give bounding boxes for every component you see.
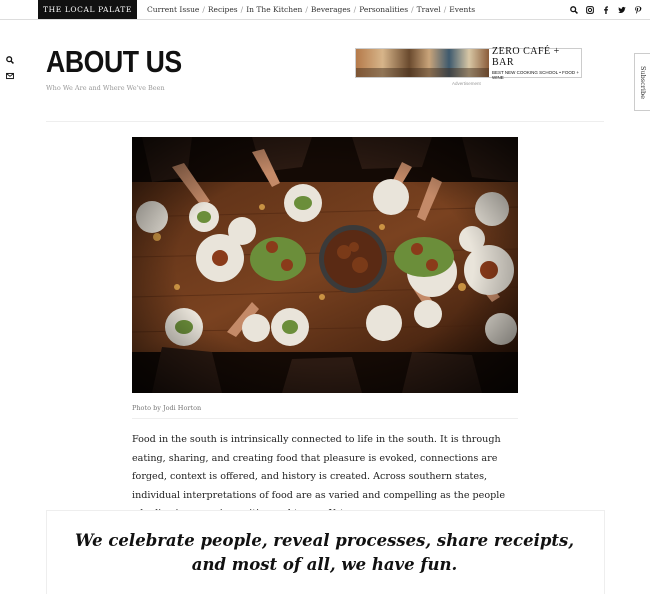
pullquote-text: We celebrate people, reveal processes, s… (74, 531, 575, 574)
nav-separator: / (240, 5, 244, 14)
hero-photo (132, 137, 518, 393)
subscribe-label: Subscribe (639, 65, 647, 99)
nav-beverages[interactable]: Beverages (311, 5, 351, 14)
nav-separator: / (411, 5, 414, 14)
nav-separator: / (305, 5, 308, 14)
nav-current-issue[interactable]: Current Issue (147, 5, 199, 14)
search-icon[interactable] (570, 5, 578, 14)
twitter-icon[interactable] (618, 6, 626, 14)
ad-photo (356, 49, 489, 77)
page-subtitle: Who We Are and Where We've Been (46, 84, 165, 92)
search-icon[interactable] (6, 56, 14, 64)
subscribe-tab[interactable]: Subscribe (634, 53, 650, 111)
nav-separator: / (202, 5, 205, 14)
header-divider (46, 121, 604, 122)
mail-icon[interactable] (6, 72, 14, 80)
ad-label: Advertisement (452, 81, 481, 86)
advertisement-banner[interactable]: ZERO CAFÉ + BAR BEST NEW COOKING SCHOOL … (355, 46, 582, 80)
caption-divider (132, 418, 518, 419)
facebook-icon[interactable] (602, 5, 610, 14)
pinterest-icon[interactable] (634, 5, 642, 14)
ad-tagline: BEST NEW COOKING SCHOOL • FOOD + WINE (492, 70, 579, 80)
nav-recipes[interactable]: Recipes (208, 5, 238, 14)
nav-in-the-kitchen[interactable]: In The Kitchen (246, 5, 302, 14)
nav-separator: / (443, 5, 447, 14)
photo-caption: Photo by Jodi Horton (132, 404, 202, 412)
nav-travel[interactable]: Travel (417, 5, 441, 14)
instagram-icon[interactable] (586, 5, 594, 14)
ad-text: ZERO CAFÉ + BAR BEST NEW COOKING SCHOOL … (489, 46, 581, 80)
nav-separator: / (353, 5, 357, 14)
page-title: ABOUT US (46, 44, 182, 79)
social-icons (570, 0, 642, 19)
nav-events[interactable]: Events (449, 5, 475, 14)
nav-personalities[interactable]: Personalities (359, 5, 408, 14)
side-utility-icons (6, 56, 14, 80)
top-navigation-bar: THE LOCAL PALATE Current Issue / Recipes /… (0, 0, 650, 20)
ad-headline: ZERO CAFÉ + BAR (492, 46, 560, 68)
site-logo[interactable]: THE LOCAL PALATE (38, 0, 137, 19)
main-nav: Current Issue / Recipes / In The Kitchen / … (147, 0, 475, 19)
